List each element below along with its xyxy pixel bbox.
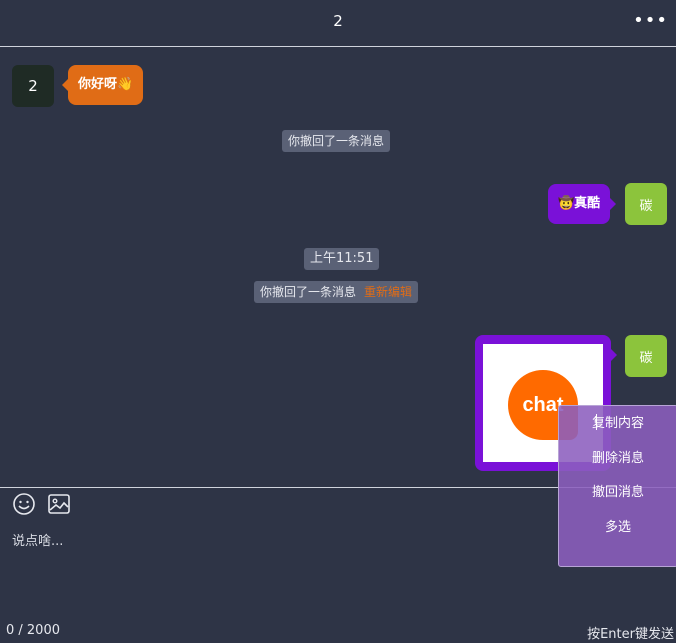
image-icon[interactable] bbox=[47, 492, 71, 516]
menu-item-delete[interactable]: 删除消息 bbox=[559, 442, 676, 477]
outgoing-message-bubble[interactable]: 🤠真酷 bbox=[548, 184, 617, 224]
self-avatar[interactable]: 碳 bbox=[625, 183, 667, 225]
incoming-message-bubble[interactable]: 你好呀👋 bbox=[61, 65, 144, 105]
recall-notice: 你撤回了一条消息 bbox=[282, 130, 391, 152]
self-avatar[interactable]: 碳 bbox=[625, 335, 667, 377]
ellipsis-icon[interactable]: ••• bbox=[633, 10, 668, 32]
message-context-menu: 复制内容 删除消息 撤回消息 多选 bbox=[558, 405, 676, 567]
recall-notice-text: 你撤回了一条消息 bbox=[288, 134, 385, 148]
timestamp-text: 上午11:51 bbox=[310, 251, 374, 266]
message-timestamp: 上午11:51 bbox=[304, 248, 380, 270]
menu-item-recall[interactable]: 撤回消息 bbox=[559, 476, 676, 511]
recall-notice: 你撤回了一条消息 重新编辑 bbox=[254, 281, 419, 303]
send-hint: 按Enter键发送 bbox=[587, 627, 674, 642]
char-counter: 0 / 2000 bbox=[6, 623, 60, 638]
menu-item-copy[interactable]: 复制内容 bbox=[559, 407, 676, 442]
chat-title: 2 bbox=[333, 12, 343, 30]
chat-header: 2 ••• bbox=[0, 0, 676, 47]
text-cursor bbox=[596, 414, 597, 430]
message-input[interactable]: 说点啥... bbox=[12, 530, 63, 549]
emoji-icon[interactable] bbox=[12, 492, 36, 516]
contact-avatar[interactable]: 2 bbox=[12, 65, 54, 107]
re-edit-link[interactable]: 重新编辑 bbox=[364, 285, 412, 299]
recall-notice-text: 你撤回了一条消息 bbox=[260, 285, 357, 299]
menu-item-multiselect[interactable]: 多选 bbox=[559, 511, 676, 546]
